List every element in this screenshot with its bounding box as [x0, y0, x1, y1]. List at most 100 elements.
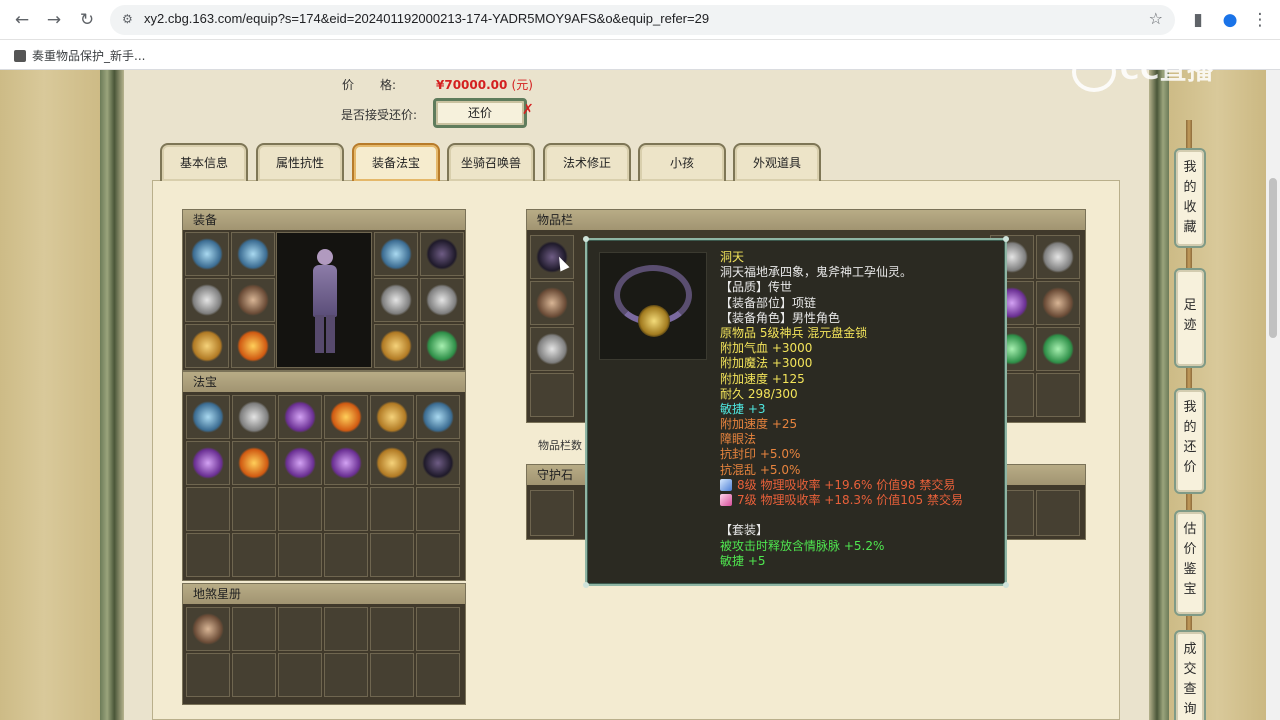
- star-book-slot-empty[interactable]: [416, 653, 460, 697]
- side-nav-favorites[interactable]: 我的收藏: [1174, 148, 1206, 248]
- item-tooltip: 洞天 洞天福地承四象，鬼斧神工孕仙灵。 【品质】传世 【装备部位】项链 【装备角…: [583, 236, 1009, 588]
- star-book-slot-empty[interactable]: [324, 653, 368, 697]
- equip-slot-helmet[interactable]: [185, 232, 229, 276]
- fabao-slot-empty[interactable]: [232, 533, 276, 577]
- tab-equipment[interactable]: 装备法宝: [352, 143, 440, 181]
- fabao-slot[interactable]: [232, 441, 276, 485]
- gem-text: 8级 物理吸收率 +19.6% 价值98 禁交易: [737, 477, 956, 492]
- star-book-slot-empty[interactable]: [370, 607, 414, 651]
- watermark-logo-icon: [1072, 51, 1116, 92]
- equip-slot-boots[interactable]: [231, 324, 275, 368]
- fabao-slot[interactable]: [416, 395, 460, 439]
- fabao-slot-empty[interactable]: [324, 487, 368, 531]
- inventory-slot-empty[interactable]: [530, 373, 574, 417]
- fabao-slot[interactable]: [186, 395, 230, 439]
- tab-mounts[interactable]: 坐骑召唤兽: [447, 143, 535, 181]
- inventory-slot[interactable]: [530, 281, 574, 325]
- equip-slot-armor[interactable]: [231, 278, 275, 322]
- fabao-slot[interactable]: [324, 395, 368, 439]
- equip-slot-bracelet[interactable]: [374, 324, 418, 368]
- star-book-slot-empty[interactable]: [278, 653, 322, 697]
- forward-icon[interactable]: →: [42, 8, 66, 32]
- item-gem-row: 8级 物理吸收率 +19.6% 价值98 禁交易: [720, 478, 1000, 493]
- tab-child[interactable]: 小孩: [638, 143, 726, 181]
- equip-slot-orb[interactable]: [420, 324, 464, 368]
- scrollbar[interactable]: [1266, 70, 1280, 720]
- tab-attributes[interactable]: 属性抗性: [256, 143, 344, 181]
- profile-icon[interactable]: ●: [1218, 8, 1242, 32]
- side-nav-history[interactable]: 足迹: [1174, 268, 1206, 368]
- equip-slot-crown[interactable]: [374, 232, 418, 276]
- star-book-slot-empty[interactable]: [278, 607, 322, 651]
- tab-appearance[interactable]: 外观道具: [733, 143, 821, 181]
- bookmark-item[interactable]: 奏重物品保护_新手...: [14, 47, 145, 64]
- inventory-slot[interactable]: [1036, 235, 1080, 279]
- equip-slot-hat[interactable]: [231, 232, 275, 276]
- fabao-slot[interactable]: [416, 441, 460, 485]
- inventory-slot-empty[interactable]: [1036, 373, 1080, 417]
- equip-slot-weapon[interactable]: [185, 278, 229, 322]
- fabao-slot-empty[interactable]: [416, 533, 460, 577]
- equip-slot-ring-2[interactable]: [420, 278, 464, 322]
- fabao-slot-empty[interactable]: [232, 487, 276, 531]
- equip-slot-necklace[interactable]: [420, 232, 464, 276]
- pink-gem-icon: [720, 494, 732, 506]
- bookmark-star-icon[interactable]: ☆: [1149, 9, 1163, 28]
- reload-icon[interactable]: ↻: [75, 8, 99, 32]
- fabao-slot-empty[interactable]: [186, 487, 230, 531]
- equip-slot-ring-1[interactable]: [374, 278, 418, 322]
- item-quality: 【品质】传世: [720, 280, 793, 295]
- fabao-slot-empty[interactable]: [416, 487, 460, 531]
- inventory-slot[interactable]: [530, 327, 574, 371]
- item-stat: 附加速度 +125: [720, 371, 805, 386]
- menu-icon[interactable]: ⋮: [1248, 8, 1272, 32]
- counter-offer-button[interactable]: 还价: [433, 98, 527, 128]
- star-book-slot-empty[interactable]: [232, 653, 276, 697]
- address-bar[interactable]: ⚙ xy2.cbg.163.com/equip?s=174&eid=202401…: [110, 5, 1175, 35]
- star-book-slot-empty[interactable]: [370, 653, 414, 697]
- equip-slot-belt[interactable]: [185, 324, 229, 368]
- item-stat: 附加魔法 +3000: [720, 356, 813, 371]
- tab-spells[interactable]: 法术修正: [543, 143, 631, 181]
- inventory-panel-title: 物品栏: [527, 210, 1085, 230]
- counter-offer-label: 是否接受还价:: [341, 108, 418, 122]
- fabao-slot[interactable]: [278, 441, 322, 485]
- fabao-slot-empty[interactable]: [370, 533, 414, 577]
- fabao-slot-empty[interactable]: [324, 533, 368, 577]
- guard-stone-slot-empty[interactable]: [530, 490, 574, 536]
- inventory-slot[interactable]: [1036, 281, 1080, 325]
- url-text[interactable]: xy2.cbg.163.com/equip?s=174&eid=20240119…: [144, 11, 709, 26]
- star-book-slot[interactable]: [186, 607, 230, 651]
- character-figure: [307, 249, 343, 353]
- fabao-slot-empty[interactable]: [186, 533, 230, 577]
- fabao-slot[interactable]: [278, 395, 322, 439]
- fabao-slot[interactable]: [324, 441, 368, 485]
- star-book-slot-empty[interactable]: [416, 607, 460, 651]
- inventory-slot[interactable]: [530, 235, 574, 279]
- side-nav-transactions[interactable]: 成交查询: [1174, 630, 1206, 720]
- fabao-slot[interactable]: [232, 395, 276, 439]
- fabao-slot[interactable]: [370, 395, 414, 439]
- item-role: 【装备角色】男性角色: [720, 310, 841, 325]
- gem-text: 7级 物理吸收率 +18.3% 价值105 禁交易: [737, 493, 963, 507]
- back-icon[interactable]: ←: [10, 8, 34, 32]
- star-book-slot-empty[interactable]: [232, 607, 276, 651]
- tab-basic-info[interactable]: 基本信息: [160, 143, 248, 181]
- item-special: 障眼法: [720, 432, 757, 447]
- fabao-slot-empty[interactable]: [370, 487, 414, 531]
- fabao-panel-title: 法宝: [183, 372, 465, 392]
- guard-stone-slot-empty[interactable]: [1036, 490, 1080, 536]
- fabao-slot-empty[interactable]: [278, 533, 322, 577]
- scroll-thumb[interactable]: [1269, 178, 1277, 338]
- side-panel-icon[interactable]: ▮: [1186, 8, 1210, 32]
- fabao-slot[interactable]: [370, 441, 414, 485]
- site-info-icon[interactable]: ⚙: [122, 12, 136, 26]
- star-book-slot-empty[interactable]: [324, 607, 368, 651]
- item-slot: 【装备部位】项链: [720, 295, 817, 310]
- fabao-slot[interactable]: [186, 441, 230, 485]
- inventory-slot[interactable]: [1036, 327, 1080, 371]
- side-nav-appraisal[interactable]: 估价鉴宝: [1174, 510, 1206, 616]
- side-nav-my-offers[interactable]: 我的还价: [1174, 388, 1206, 494]
- star-book-slot-empty[interactable]: [186, 653, 230, 697]
- fabao-slot-empty[interactable]: [278, 487, 322, 531]
